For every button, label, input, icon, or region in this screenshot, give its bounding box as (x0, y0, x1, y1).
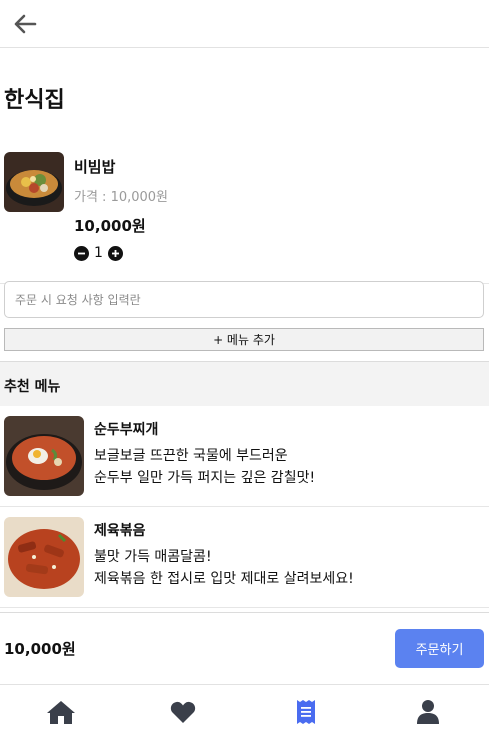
recommend-item-desc-line: 제육볶음 한 접시로 입맛 제대로 살려보세요! (94, 571, 354, 587)
quantity-value: 1 (94, 245, 103, 261)
plus-icon (111, 249, 119, 257)
recommend-item-desc-line: 보글보글 뜨끈한 국물에 부드러운 (94, 448, 288, 464)
tab-home[interactable] (0, 685, 122, 738)
cart-item-name: 비빔밥 (74, 158, 116, 176)
minus-icon (78, 252, 85, 254)
cart-item-total: 10,000원 (74, 217, 146, 235)
heart-icon (171, 701, 196, 723)
tab-orders[interactable] (245, 685, 367, 738)
back-button[interactable] (12, 11, 38, 37)
cart-item-price-label: 가격 : 10,000원 (74, 190, 169, 205)
recommend-section-title: 추천 메뉴 (0, 361, 489, 406)
home-icon (47, 700, 76, 724)
cart-info: 비빔밥 가격 : 10,000원 10,000원 1 (74, 152, 168, 283)
recommend-item-name: 순두부찌개 (94, 422, 159, 438)
recommend-item-description: 불맛 가득 매콤달콤! 제육볶음 한 접시로 입맛 제대로 살려보세요! (94, 546, 354, 590)
increase-quantity-button[interactable] (107, 245, 123, 261)
user-icon (416, 699, 439, 724)
recommend-item-desc-line: 순두부 일만 가득 퍼지는 깊은 감칠맛! (94, 470, 316, 486)
recommend-item-info: 제육볶음 불맛 가득 매콤달콤! 제육볶음 한 접시로 입맛 제대로 살려보세요… (94, 517, 354, 607)
receipt-icon (296, 699, 315, 724)
quantity-stepper: 1 (74, 245, 168, 261)
recommend-item-info: 순두부찌개 보글보글 뜨끈한 국물에 부드러운 순두부 일만 가득 퍼지는 깊은… (94, 416, 315, 506)
recommend-item-name: 제육볶음 (94, 523, 146, 539)
sundubu-jjigae-image (4, 416, 84, 496)
recommend-item-description: 보글보글 뜨끈한 국물에 부드러운 순두부 일만 가득 퍼지는 깊은 감칠맛! (94, 445, 315, 489)
jeyuk-bokkeum-image (4, 517, 84, 597)
order-bar: 10,000원 주문하기 (0, 612, 489, 684)
order-total: 10,000원 (4, 640, 76, 658)
add-menu-button[interactable]: + 메뉴 추가 (4, 328, 484, 351)
arrow-left-icon (14, 14, 37, 33)
recommend-item-desc-line: 불맛 가득 매콤달콤! (94, 549, 212, 565)
cart-item: 비빔밥 가격 : 10,000원 10,000원 1 (0, 152, 489, 284)
order-button[interactable]: 주문하기 (395, 629, 484, 668)
tab-profile[interactable] (367, 685, 489, 738)
recommend-item[interactable]: 순두부찌개 보글보글 뜨끈한 국물에 부드러운 순두부 일만 가득 퍼지는 깊은… (0, 406, 489, 507)
bottom-tab-bar (0, 684, 489, 738)
top-bar (0, 0, 489, 48)
decrease-quantity-button[interactable] (74, 245, 89, 261)
recommend-item[interactable]: 제육볶음 불맛 가득 매콤달콤! 제육볶음 한 접시로 입맛 제대로 살려보세요… (0, 507, 489, 608)
order-request-input[interactable] (4, 281, 484, 318)
tab-favorites[interactable] (122, 685, 244, 738)
bibimbap-image (4, 152, 64, 212)
